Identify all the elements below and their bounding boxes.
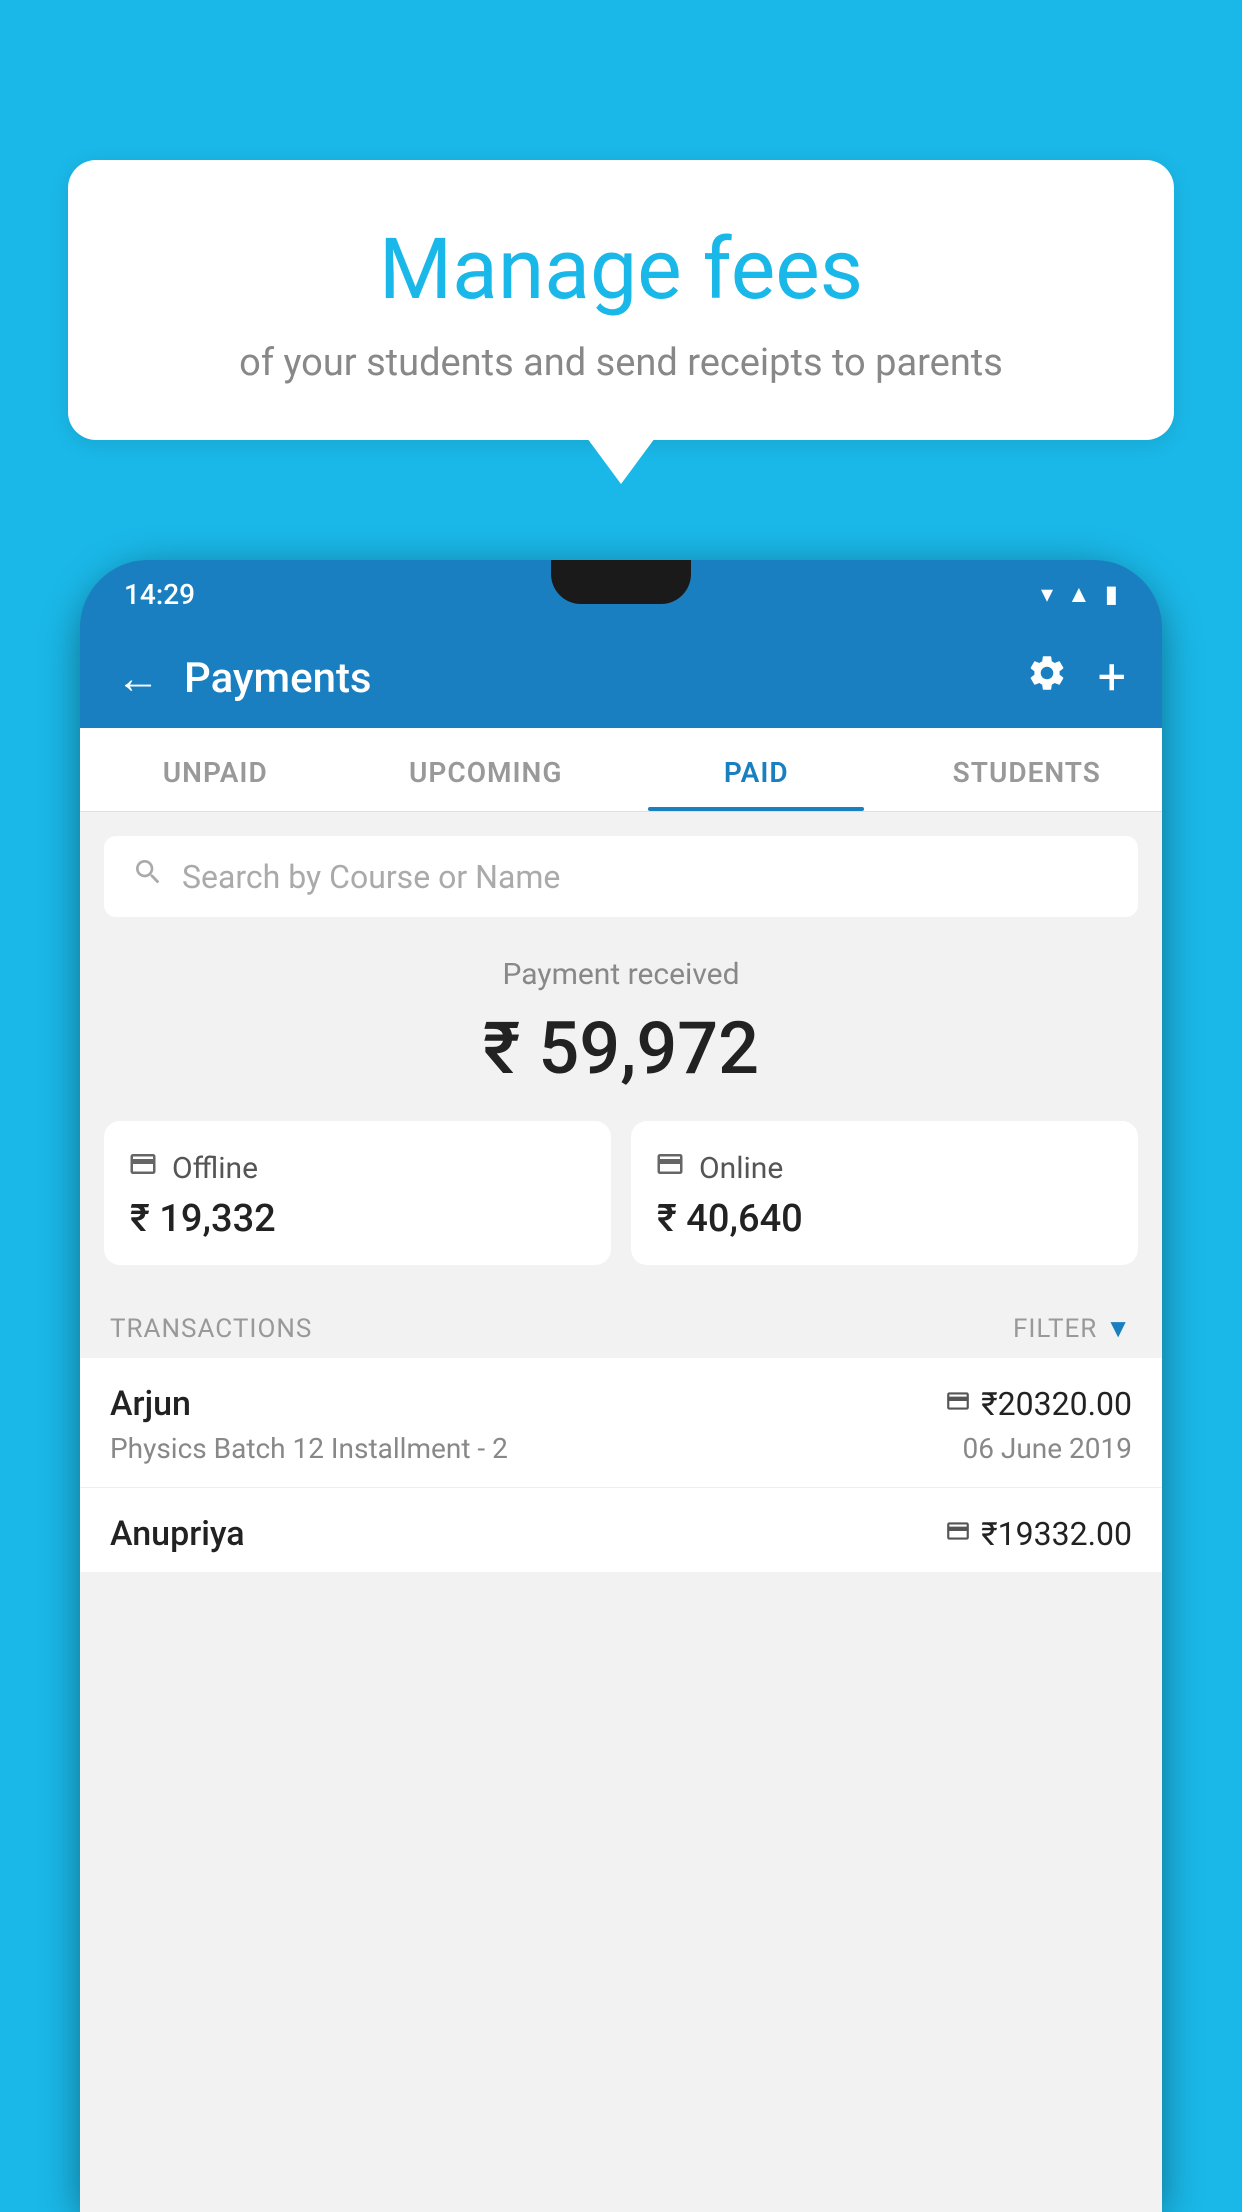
bubble-title: Manage fees: [118, 220, 1124, 319]
offline-icon: [128, 1149, 158, 1187]
offline-payment-card: Offline ₹ 19,332: [104, 1121, 611, 1265]
filter-text: FILTER: [1013, 1314, 1097, 1344]
search-placeholder: Search by Course or Name: [182, 858, 560, 896]
online-icon: [655, 1149, 685, 1187]
tab-unpaid[interactable]: UNPAID: [80, 728, 351, 811]
battery-icon: ▮: [1105, 580, 1118, 608]
notch: [551, 560, 691, 604]
tabs-bar: UNPAID UPCOMING PAID STUDENTS: [80, 728, 1162, 812]
status-icons: ▾ ▲ ▮: [1041, 580, 1118, 609]
bubble-subtitle: of your students and send receipts to pa…: [118, 341, 1124, 385]
tab-upcoming[interactable]: UPCOMING: [351, 728, 622, 811]
transaction-row-2[interactable]: Anupriya ₹19332.00: [80, 1488, 1162, 1572]
payment-received-section: Payment received ₹ 59,972: [80, 917, 1162, 1121]
bubble-card: Manage fees of your students and send re…: [68, 160, 1174, 440]
transaction-row-1-bottom: Physics Batch 12 Installment - 2 06 June…: [110, 1432, 1132, 1465]
tab-paid[interactable]: PAID: [621, 728, 892, 811]
payment-received-label: Payment received: [104, 957, 1138, 992]
transaction-row-1-top: Arjun ₹20320.00: [110, 1384, 1132, 1424]
transactions-header: TRANSACTIONS FILTER ▼: [80, 1295, 1162, 1358]
transaction-amount-wrap-1: ₹20320.00: [945, 1385, 1132, 1423]
transactions-label: TRANSACTIONS: [110, 1314, 1013, 1344]
online-amount: ₹ 40,640: [655, 1197, 1114, 1241]
transaction-amount-2: ₹19332.00: [981, 1515, 1132, 1553]
search-bar[interactable]: Search by Course or Name: [104, 836, 1138, 917]
filter-icon: ▼: [1105, 1313, 1132, 1344]
add-button[interactable]: +: [1098, 649, 1126, 707]
status-bar: 14:29 ▾ ▲ ▮: [80, 560, 1162, 628]
online-card-header: Online: [655, 1149, 1114, 1187]
phone-content: Search by Course or Name Payment receive…: [80, 812, 1162, 2212]
transaction-row-2-top: Anupriya ₹19332.00: [110, 1514, 1132, 1554]
online-label: Online: [699, 1151, 783, 1186]
back-button[interactable]: ←: [116, 652, 160, 704]
payment-received-amount: ₹ 59,972: [104, 1006, 1138, 1091]
transaction-icon-2: [945, 1518, 971, 1551]
transaction-icon-1: [945, 1388, 971, 1421]
transaction-amount-1: ₹20320.00: [981, 1385, 1132, 1423]
offline-amount: ₹ 19,332: [128, 1197, 587, 1241]
payment-cards: Offline ₹ 19,332 Online ₹ 40,640: [80, 1121, 1162, 1295]
online-payment-card: Online ₹ 40,640: [631, 1121, 1138, 1265]
page-title: Payments: [184, 654, 1026, 703]
filter-button[interactable]: FILTER ▼: [1013, 1313, 1132, 1344]
search-icon: [132, 856, 164, 897]
transaction-desc-1: Physics Batch 12 Installment - 2: [110, 1432, 508, 1465]
transaction-amount-wrap-2: ₹19332.00: [945, 1515, 1132, 1553]
phone-frame: 14:29 ▾ ▲ ▮ ← Payments + UNPAID UPCOMING…: [80, 560, 1162, 2208]
transaction-name-1: Arjun: [110, 1384, 191, 1424]
offline-label: Offline: [172, 1151, 258, 1186]
transaction-name-2: Anupriya: [110, 1514, 245, 1554]
signal-icon: ▲: [1067, 580, 1091, 609]
offline-card-header: Offline: [128, 1149, 587, 1187]
transaction-date-1: 06 June 2019: [962, 1432, 1132, 1465]
settings-button[interactable]: [1026, 652, 1068, 705]
tab-students[interactable]: STUDENTS: [892, 728, 1163, 811]
transaction-row-1[interactable]: Arjun ₹20320.00 Physics Batch 12 Install…: [80, 1358, 1162, 1488]
wifi-icon: ▾: [1041, 580, 1053, 608]
status-time: 14:29: [124, 578, 195, 611]
app-toolbar: ← Payments +: [80, 628, 1162, 728]
